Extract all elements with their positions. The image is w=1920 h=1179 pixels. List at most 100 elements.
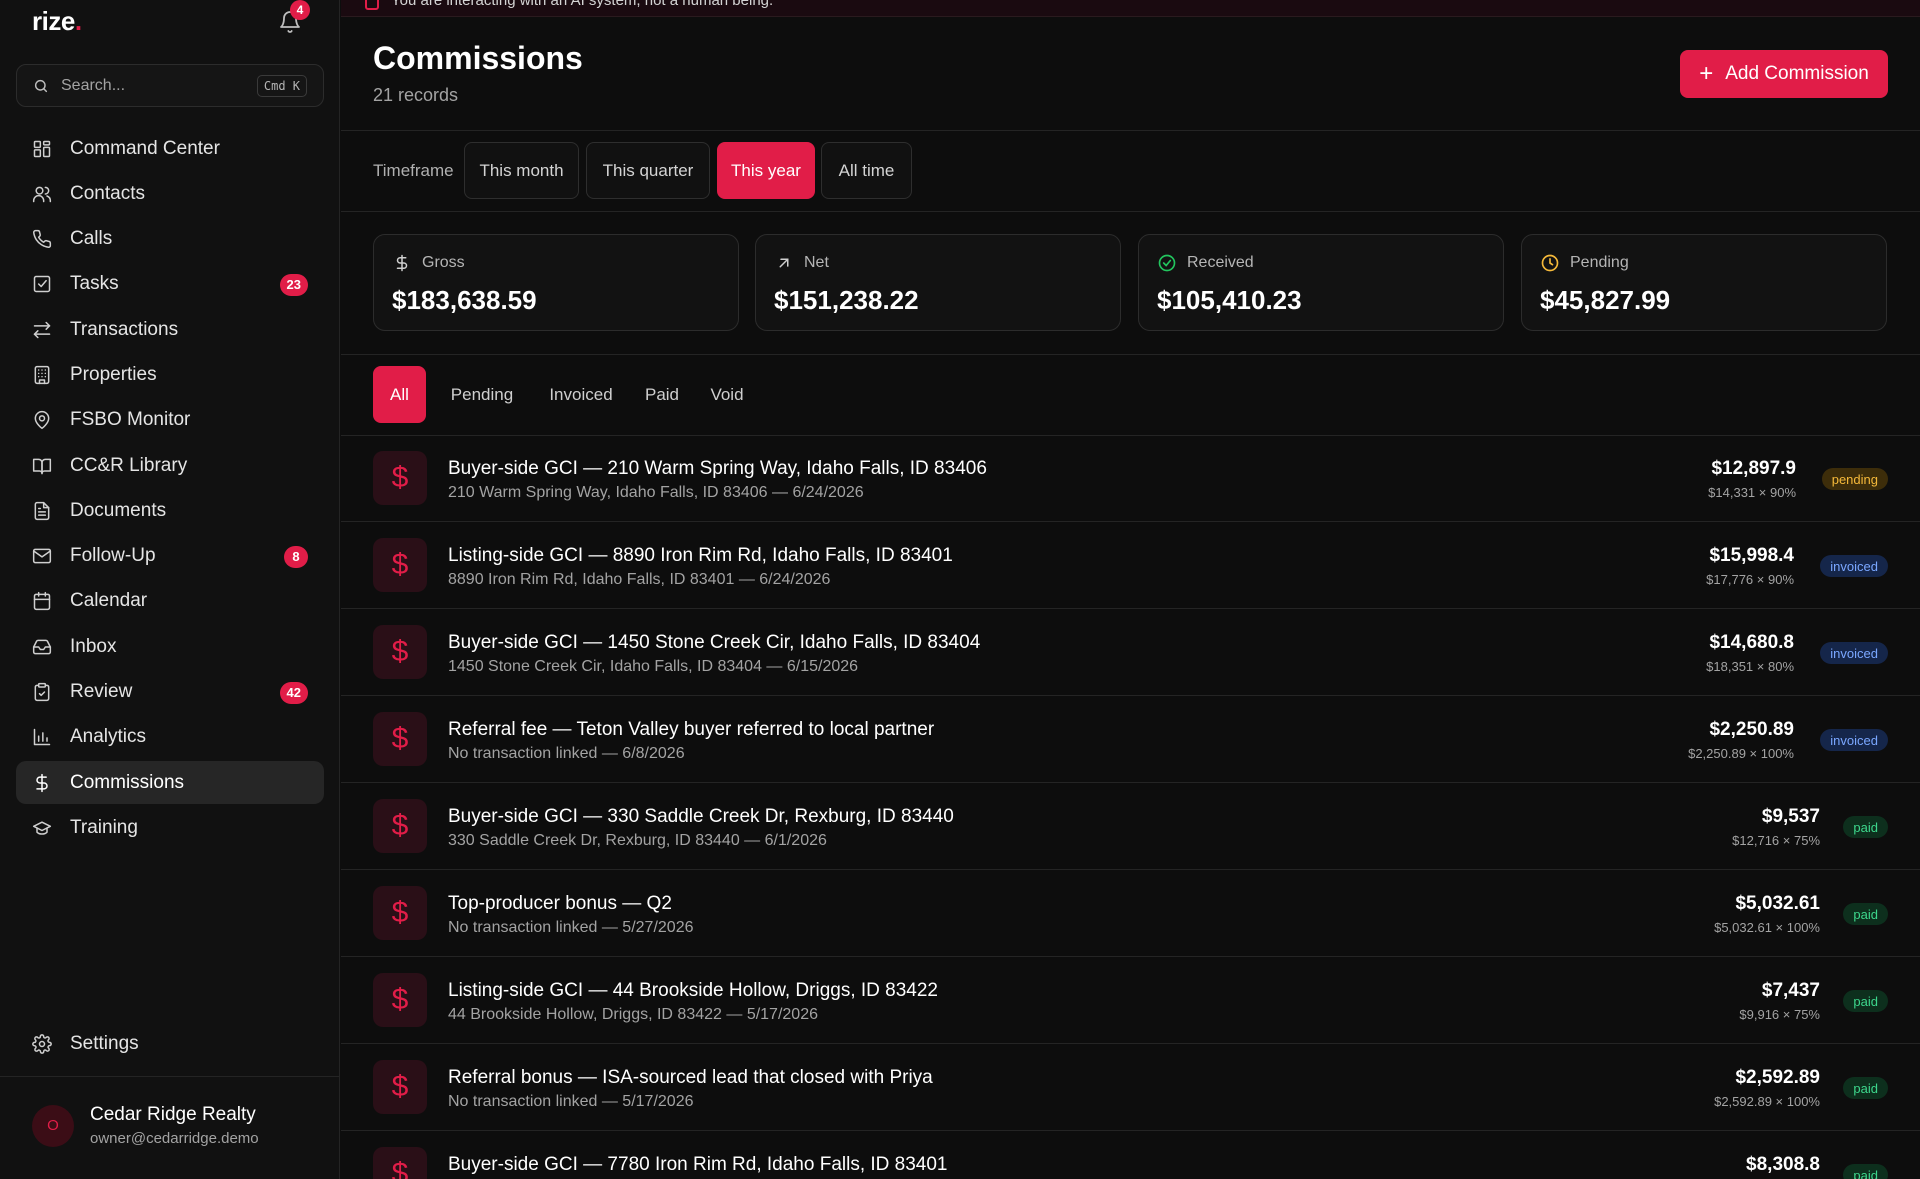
sidebar-item-calendar[interactable]: Calendar	[16, 580, 324, 623]
sidebar-item-command-center[interactable]: Command Center	[16, 127, 324, 170]
sidebar-item-review[interactable]: Review 42	[16, 671, 324, 714]
filter-tab-all[interactable]: All	[373, 366, 426, 423]
status-badge: paid	[1843, 1077, 1888, 1099]
timeframe-this-month[interactable]: This month	[464, 142, 579, 199]
sidebar-item-settings[interactable]: Settings	[16, 1022, 324, 1065]
user-name: Cedar Ridge Realty	[90, 1104, 256, 1125]
status-badge: paid	[1843, 903, 1888, 925]
commission-amount: $14,680.8	[1709, 632, 1794, 653]
dollar-icon: $	[373, 712, 427, 766]
status-badge: paid	[1843, 816, 1888, 838]
sidebar-item-fsbo-monitor[interactable]: FSBO Monitor	[16, 399, 324, 442]
calendar-icon	[32, 591, 52, 611]
filter-tab-invoiced[interactable]: Invoiced	[539, 366, 623, 423]
commission-title: Referral bonus — ISA-sourced lead that c…	[448, 1067, 933, 1088]
sidebar-item-inbox[interactable]: Inbox	[16, 625, 324, 668]
table-row[interactable]: $ Buyer-side GCI — 330 Saddle Creek Dr, R…	[341, 783, 1920, 870]
commission-title: Buyer-side GCI — 1450 Stone Creek Cir, I…	[448, 632, 981, 653]
commission-title: Buyer-side GCI — 210 Warm Spring Way, Id…	[448, 458, 987, 479]
divider	[0, 1076, 340, 1077]
map-pin-icon	[32, 410, 52, 430]
sidebar-item-label: Training	[70, 816, 138, 838]
sidebar-item-label: Properties	[70, 363, 157, 385]
add-commission-label: Add Commission	[1725, 63, 1869, 84]
commission-amount: $8,308.8	[1746, 1154, 1820, 1175]
add-commission-button[interactable]: + Add Commission	[1680, 50, 1888, 98]
commission-subtitle: No transaction linked — 5/17/2026	[448, 1093, 694, 1110]
check-circle-icon	[1157, 253, 1177, 273]
building-icon	[32, 365, 52, 385]
timeframe-option-label: This quarter	[602, 160, 694, 180]
sidebar-item-documents[interactable]: Documents	[16, 489, 324, 532]
timeframe-this-quarter[interactable]: This quarter	[586, 142, 710, 199]
stat-value: $183,638.59	[392, 285, 537, 315]
commission-title: Top-producer bonus — Q2	[448, 893, 672, 914]
sidebar-item-training[interactable]: Training	[16, 806, 324, 849]
table-row[interactable]: $ Referral fee — Teton Valley buyer refer…	[341, 696, 1920, 783]
filter-tab-label: All	[390, 384, 409, 404]
dollar-icon	[392, 253, 412, 273]
stat-value: $45,827.99	[1540, 285, 1671, 315]
search-input[interactable]: Search... Cmd K	[16, 64, 324, 107]
stat-card-pending: Pending $45,827.99	[1521, 234, 1887, 331]
sidebar-item-calls[interactable]: Calls	[16, 218, 324, 261]
table-row[interactable]: $ Listing-side GCI — 44 Brookside Hollow,…	[341, 957, 1920, 1044]
phone-icon	[32, 229, 52, 249]
arrows-icon	[32, 320, 52, 340]
search-placeholder: Search...	[61, 76, 126, 94]
filter-tab-pending[interactable]: Pending	[440, 366, 524, 423]
commission-subtitle: 330 Saddle Creek Dr, Rexburg, ID 83440 —…	[448, 832, 827, 849]
timeframe-this-year[interactable]: This year	[717, 142, 815, 199]
logo[interactable]: rize.	[32, 6, 82, 37]
sidebar-item-label: Command Center	[70, 137, 220, 159]
filter-tab-paid[interactable]: Paid	[636, 366, 688, 423]
sidebar-item-contacts[interactable]: Contacts	[16, 172, 324, 215]
commission-calculation: $17,776 × 90%	[1706, 572, 1794, 587]
commission-calculation: $14,331 × 90%	[1708, 485, 1796, 500]
table-row[interactable]: $ Listing-side GCI — 8890 Iron Rim Rd, Id…	[341, 522, 1920, 609]
bar-chart-icon	[32, 727, 52, 747]
sidebar-item-label: Transactions	[70, 318, 179, 340]
sidebar-item-transactions[interactable]: Transactions	[16, 308, 324, 351]
sidebar-item-analytics[interactable]: Analytics	[16, 716, 324, 759]
commission-subtitle: 8890 Iron Rim Rd, Idaho Falls, ID 83401 …	[448, 571, 831, 588]
user-profile[interactable]: O Cedar Ridge Realty owner@cedarridge.de…	[32, 1104, 259, 1147]
commission-calculation: $2,250.89 × 100%	[1688, 746, 1794, 761]
sidebar: rize. 4 Search... Cmd K Command Center Co…	[0, 0, 340, 1179]
table-row[interactable]: $ Buyer-side GCI — 210 Warm Spring Way, I…	[341, 435, 1920, 522]
count-badge: 42	[279, 681, 308, 704]
commission-subtitle: No transaction linked — 6/8/2026	[448, 745, 685, 762]
table-row[interactable]: $ Referral bonus — ISA-sourced lead that …	[341, 1044, 1920, 1131]
grid-icon	[32, 139, 52, 159]
sidebar-item-label: Settings	[70, 1032, 139, 1054]
page-title: Commissions	[373, 40, 583, 76]
table-row[interactable]: $ Buyer-side GCI — 1450 Stone Creek Cir, …	[341, 609, 1920, 696]
commission-title: Listing-side GCI — 8890 Iron Rim Rd, Ida…	[448, 545, 953, 566]
dollar-icon: $	[373, 886, 427, 940]
banner-text: You are interacting with an AI system, n…	[391, 0, 774, 9]
record-count: 21 records	[373, 85, 459, 105]
sidebar-item-cc-r-library[interactable]: CC&R Library	[16, 444, 324, 487]
inbox-icon	[32, 637, 52, 657]
warning-icon	[365, 0, 379, 10]
sidebar-item-label: Review	[70, 681, 133, 703]
mail-icon	[32, 546, 52, 566]
table-row[interactable]: $ Top-producer bonus — Q2 No transaction l…	[341, 870, 1920, 957]
sidebar-item-label: Calendar	[70, 590, 148, 612]
dollar-icon: $	[373, 973, 427, 1027]
table-row[interactable]: $ Buyer-side GCI — 7780 Iron Rim Rd, Idah…	[341, 1131, 1920, 1179]
timeframe-all-time[interactable]: All time	[821, 142, 912, 199]
sidebar-item-label: Inbox	[70, 635, 117, 657]
dollar-icon: $	[373, 1060, 427, 1114]
sidebar-item-properties[interactable]: Properties	[16, 353, 324, 396]
filter-tab-void[interactable]: Void	[701, 366, 753, 423]
status-badge: paid	[1843, 990, 1888, 1012]
sidebar-item-tasks[interactable]: Tasks 23	[16, 263, 324, 306]
sidebar-item-follow-up[interactable]: Follow-Up 8	[16, 535, 324, 578]
count-badge: 8	[284, 545, 308, 568]
dollar-icon: $	[373, 1147, 427, 1179]
sidebar-item-commissions[interactable]: Commissions	[16, 761, 324, 805]
user-email: owner@cedarridge.demo	[90, 1130, 259, 1147]
dollar-icon: $	[373, 451, 427, 505]
sidebar-item-label: Contacts	[70, 182, 145, 204]
